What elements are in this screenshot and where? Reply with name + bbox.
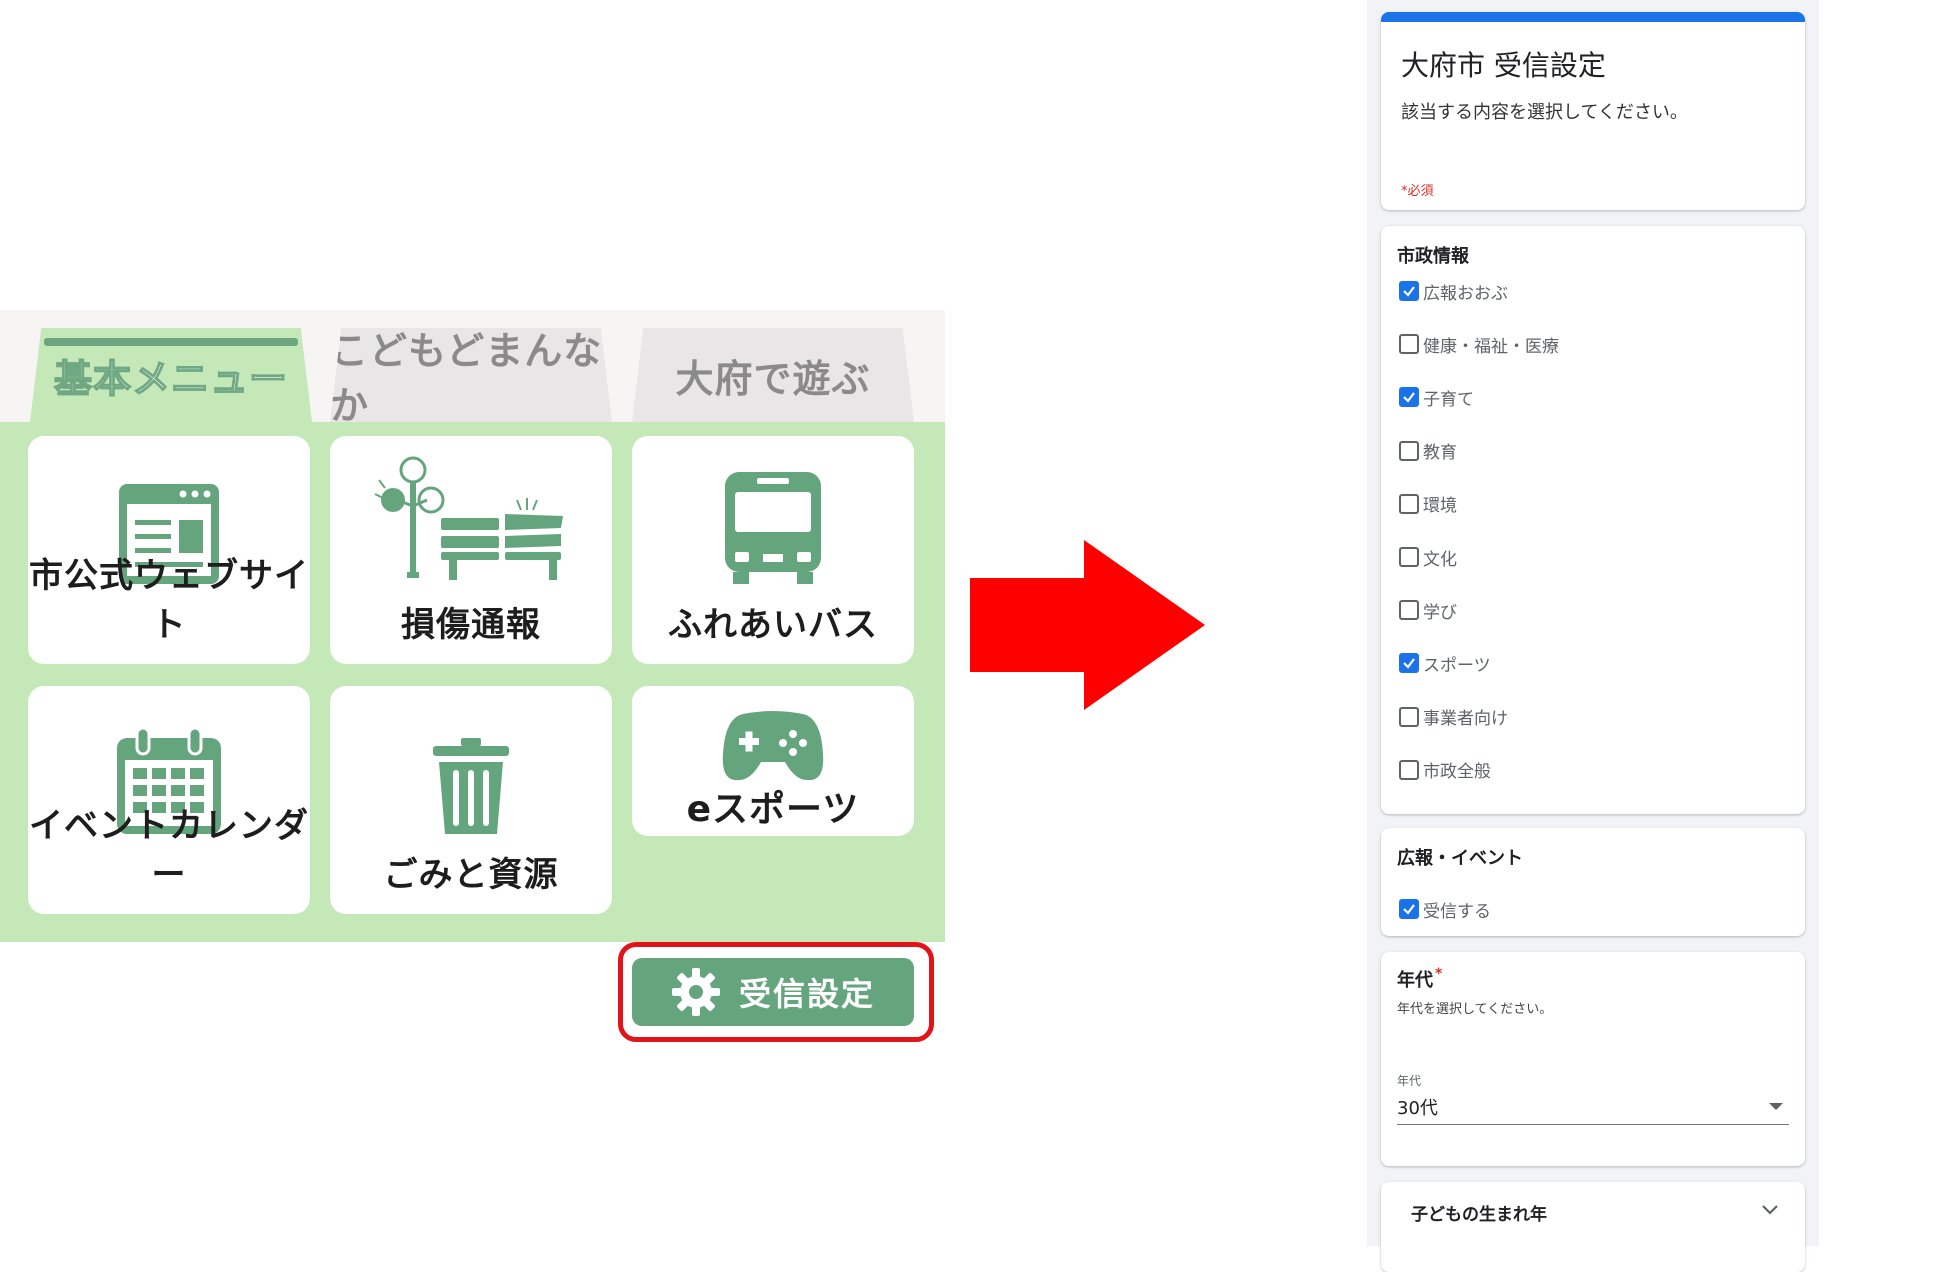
- check-icon: [1403, 392, 1415, 404]
- shisei-title: 市政情報: [1397, 246, 1469, 267]
- nendai-title: 年代 *: [1397, 966, 1442, 992]
- checkbox[interactable]: [1399, 334, 1419, 355]
- tile-label: 損傷通報: [401, 605, 541, 645]
- menu-grid: 市公式ウェブサイト 損傷通報 ふれあいバス イベントカレンダー ごみと資源 eス…: [0, 422, 945, 1042]
- checkbox-option[interactable]: 子育て: [1399, 384, 1474, 410]
- option-label: 事業者向け: [1423, 709, 1508, 730]
- kouhou-event-card: 広報・イベント 受信する: [1381, 828, 1805, 936]
- checkbox[interactable]: [1399, 600, 1419, 621]
- app-menu-panel: 基本メニュー こどもどまんなか 大府で遊ぶ 市公式ウェブサイト 損傷通報 ふれあ…: [0, 310, 945, 1042]
- option-label: 文化: [1423, 549, 1457, 570]
- option-label: 広報おおぶ: [1423, 283, 1508, 304]
- checkbox[interactable]: [1399, 281, 1419, 301]
- tab-bar: 基本メニュー こどもどまんなか 大府で遊ぶ: [0, 310, 945, 422]
- checkbox-option[interactable]: 環境: [1399, 491, 1457, 517]
- tile-label: ふれあいバス: [668, 605, 878, 645]
- tile-event-calendar[interactable]: イベントカレンダー: [28, 686, 310, 914]
- trash-icon: [433, 738, 509, 834]
- bus-icon: [725, 472, 821, 584]
- checkbox-option[interactable]: 事業者向け: [1399, 704, 1508, 730]
- checkbox[interactable]: [1399, 706, 1419, 727]
- form-description: 該当する内容を選択してください。: [1401, 102, 1688, 123]
- checkbox-option[interactable]: スポーツ: [1399, 650, 1491, 676]
- chevron-down-icon[interactable]: [1761, 1204, 1779, 1216]
- arrow-right-icon: [970, 540, 1205, 710]
- child-birth-year-card[interactable]: 子どもの生まれ年: [1381, 1182, 1805, 1272]
- option-label: 教育: [1423, 443, 1457, 464]
- nendai-field-label: 年代: [1397, 1074, 1422, 1088]
- dropdown-arrow-icon: [1769, 1103, 1783, 1110]
- nendai-selected-value: 30代: [1397, 1098, 1438, 1119]
- nendai-card: 年代 * 年代を選択してください。 年代 30代: [1381, 952, 1805, 1166]
- checkbox-option[interactable]: 健康・福祉・医療: [1399, 331, 1559, 357]
- settings-form: 大府市 受信設定 該当する内容を選択してください。 *必須 市政情報 広報おおぶ…: [1367, 0, 1819, 1272]
- tile-gomi-shigen[interactable]: ごみと資源: [330, 686, 612, 914]
- gamepad-icon: [722, 711, 824, 781]
- required-star: *: [1435, 966, 1443, 982]
- checkbox-option[interactable]: 教育: [1399, 438, 1457, 464]
- tab-play-in-obu[interactable]: 大府で遊ぶ: [632, 328, 914, 422]
- tile-esports[interactable]: eスポーツ: [632, 686, 914, 836]
- form-title: 大府市 受信設定: [1401, 49, 1606, 82]
- checkbox-option[interactable]: 市政全般: [1399, 757, 1491, 783]
- tile-label: 市公式ウェブサイト: [29, 556, 309, 645]
- option-label: 市政全般: [1423, 762, 1491, 783]
- checkbox[interactable]: [1399, 493, 1419, 514]
- checkbox[interactable]: [1399, 387, 1419, 408]
- option-label: 健康・福祉・医療: [1423, 336, 1559, 357]
- tab-basic-menu[interactable]: 基本メニュー: [30, 328, 312, 422]
- option-label: 学び: [1423, 602, 1457, 623]
- tile-label: eスポーツ: [686, 789, 860, 830]
- tile-label: ごみと資源: [383, 855, 559, 895]
- tab-kodomo-domannaka[interactable]: こどもどまんなか: [330, 328, 612, 422]
- check-icon: [1403, 658, 1415, 670]
- checkbox[interactable]: [1399, 759, 1419, 780]
- checkbox[interactable]: [1399, 899, 1419, 919]
- form-header-card: 大府市 受信設定 該当する内容を選択してください。 *必須: [1381, 12, 1805, 210]
- option-label: 子育て: [1423, 389, 1474, 410]
- checkbox-option[interactable]: 学び: [1399, 597, 1457, 623]
- checkbox[interactable]: [1399, 440, 1419, 461]
- kouhou-title: 広報・イベント: [1397, 848, 1523, 869]
- option-label: 受信する: [1423, 901, 1491, 922]
- option-label: 環境: [1423, 496, 1457, 517]
- receive-settings-label: 受信設定: [738, 975, 875, 1013]
- birth-year-title: 子どもの生まれ年: [1411, 1205, 1547, 1225]
- checkbox[interactable]: [1399, 653, 1419, 674]
- tile-fureai-bus[interactable]: ふれあいバス: [632, 436, 914, 664]
- option-label: スポーツ: [1423, 655, 1491, 676]
- check-icon: [1403, 286, 1415, 297]
- nendai-description: 年代を選択してください。: [1397, 1002, 1553, 1017]
- receive-settings-button[interactable]: 受信設定: [632, 958, 914, 1026]
- checkbox-option-receive[interactable]: 受信する: [1399, 896, 1491, 922]
- tile-label: イベントカレンダー: [29, 806, 309, 895]
- shisei-info-card: 市政情報 広報おおぶ健康・福祉・医療 子育て教育環境文化学びスポーツ事業者向け市政…: [1381, 226, 1805, 814]
- nendai-select[interactable]: 30代: [1397, 1090, 1789, 1125]
- tile-damage-report[interactable]: 損傷通報: [330, 436, 612, 664]
- broken-bench-icon: [374, 456, 563, 580]
- check-icon: [1403, 904, 1415, 915]
- tile-city-website[interactable]: 市公式ウェブサイト: [28, 436, 310, 664]
- gear-icon: [671, 968, 720, 1016]
- nendai-title-text: 年代: [1397, 970, 1433, 991]
- checkbox-option[interactable]: 文化: [1399, 544, 1457, 570]
- required-note: *必須: [1401, 184, 1434, 199]
- checkbox[interactable]: [1399, 547, 1419, 567]
- checkbox-option[interactable]: 広報おおぶ: [1399, 278, 1508, 304]
